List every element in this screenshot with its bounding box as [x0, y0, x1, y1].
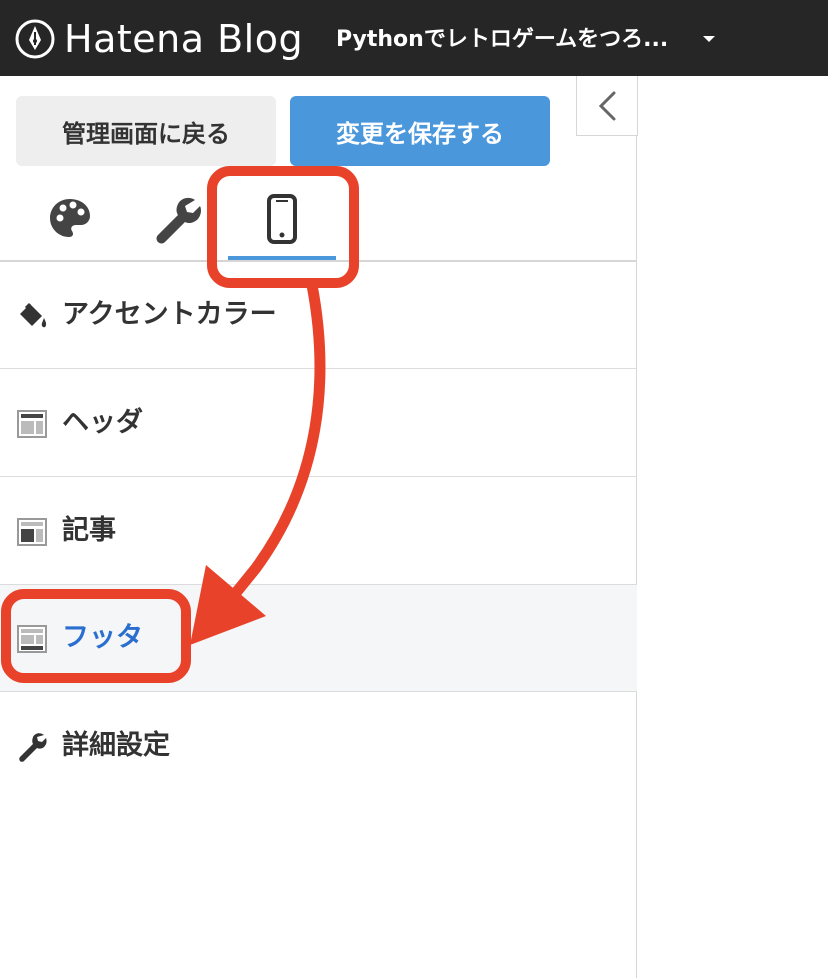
menu-item-label: ヘッダ: [62, 407, 143, 438]
tab-smartphone[interactable]: [228, 190, 336, 260]
tab-design[interactable]: [40, 190, 100, 260]
preview-area: [638, 76, 828, 978]
collapse-panel-button[interactable]: [576, 76, 638, 136]
wrench-icon: [19, 733, 47, 762]
smartphone-icon: [267, 194, 297, 244]
hatena-pen-logo-icon[interactable]: [14, 18, 56, 60]
menu-item-footer[interactable]: フッタ: [0, 585, 637, 692]
save-changes-button[interactable]: 変更を保存する: [290, 96, 550, 166]
tab-customize[interactable]: [145, 190, 215, 260]
menu-item-label: 詳細設定: [62, 730, 170, 761]
layout-article-icon: [17, 518, 47, 546]
menu-item-header[interactable]: ヘッダ: [0, 370, 637, 477]
palette-icon: [50, 199, 90, 237]
top-bar: Hatena Blog Pythonでレトロゲームをつろ...: [0, 0, 828, 76]
layout-header-icon: [17, 410, 47, 438]
layout-footer-icon: [17, 625, 47, 653]
menu-item-advanced-settings[interactable]: 詳細設定: [0, 693, 637, 800]
caret-down-icon[interactable]: [702, 34, 716, 44]
back-to-dashboard-button[interactable]: 管理画面に戻る: [16, 96, 276, 166]
menu-item-article[interactable]: 記事: [0, 478, 637, 585]
menu-item-label: フッタ: [62, 622, 143, 653]
menu-item-accent-color[interactable]: アクセントカラー: [0, 262, 637, 369]
logo-text[interactable]: Hatena Blog: [64, 14, 303, 64]
chevron-left-icon: [598, 91, 616, 121]
menu-item-label: 記事: [62, 515, 116, 546]
wrench-icon: [156, 197, 201, 244]
blog-title-dropdown[interactable]: Pythonでレトロゲームをつろ...: [336, 24, 668, 56]
paint-bucket-icon: [20, 302, 47, 328]
menu-item-label: アクセントカラー: [62, 299, 277, 330]
